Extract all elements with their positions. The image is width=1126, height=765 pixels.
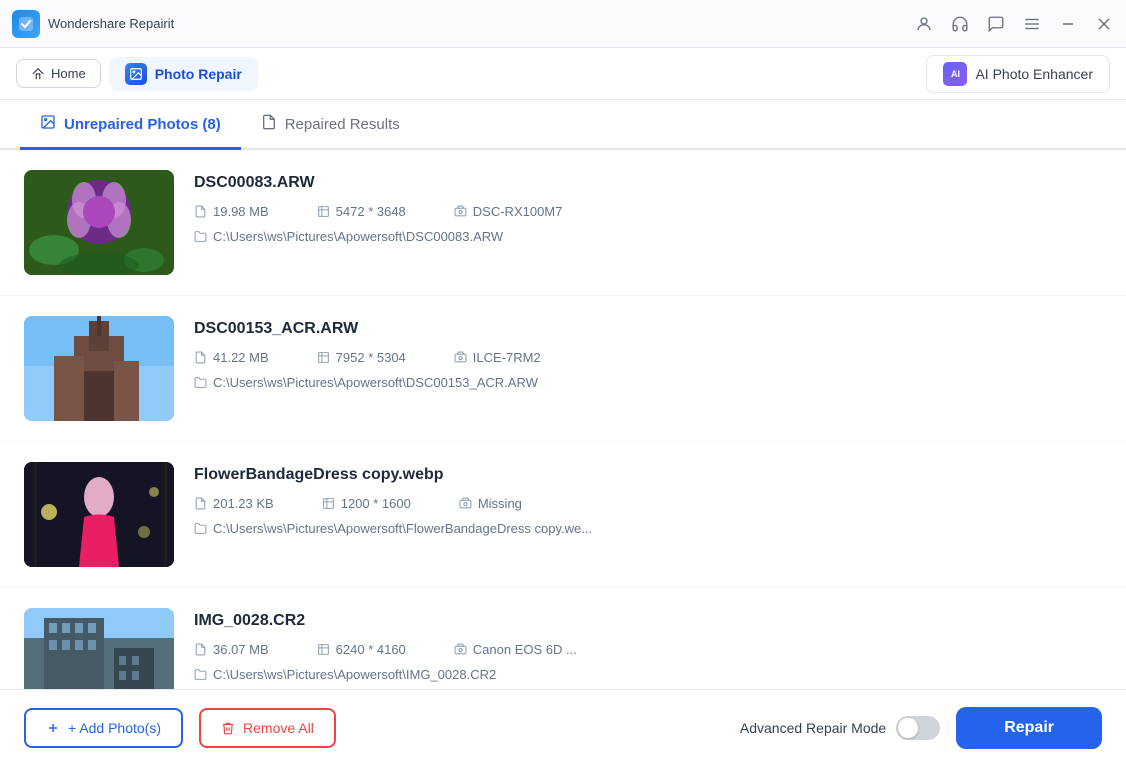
photo-name: FlowerBandageDress copy.webp (194, 466, 1102, 484)
photo-dimensions: 5472 * 3648 (317, 204, 406, 219)
close-button[interactable] (1094, 14, 1114, 34)
person-icon[interactable] (914, 14, 934, 34)
nav-bar: Home Photo Repair AI AI Photo Enhancer (0, 48, 1126, 100)
photo-meta-row: 41.22 MB 7952 * 5304 ILCE-7RM2 (194, 350, 1102, 365)
file-icon (194, 643, 207, 656)
photo-info: FlowerBandageDress copy.webp 201.23 KB 1… (194, 462, 1102, 536)
bottom-bar: + Add Photo(s) Remove All Advanced Repai… (0, 689, 1126, 765)
photo-name: IMG_0028.CR2 (194, 612, 1102, 630)
trash-icon (221, 721, 235, 735)
add-photo-label: + Add Photo(s) (68, 720, 161, 736)
camera-icon (454, 205, 467, 218)
headphones-icon[interactable] (950, 14, 970, 34)
advanced-mode-label: Advanced Repair Mode (740, 720, 886, 736)
tab-repaired-label: Repaired Results (285, 116, 400, 133)
photo-camera: ILCE-7RM2 (454, 350, 541, 365)
photo-size: 36.07 MB (194, 642, 269, 657)
ai-enhancer-label: AI Photo Enhancer (975, 66, 1093, 82)
camera-icon (454, 643, 467, 656)
folder-icon (194, 376, 207, 389)
home-icon (31, 67, 45, 81)
title-bar: Wondershare Repairit (0, 0, 1126, 48)
folder-icon (194, 230, 207, 243)
tab-repaired[interactable]: Repaired Results (241, 100, 420, 150)
photo-meta-row: 19.98 MB 5472 * 3648 DSC-RX100M7 (194, 204, 1102, 219)
photo-item: DSC00083.ARW 19.98 MB 5472 * 3648 DSC-RX… (0, 150, 1126, 296)
photo-item: DSC00153_ACR.ARW 41.22 MB 7952 * 5304 IL… (0, 296, 1126, 442)
dimensions-icon (322, 497, 335, 510)
photo-path: C:\Users\ws\Pictures\Apowersoft\FlowerBa… (194, 521, 1102, 536)
photo-camera: DSC-RX100M7 (454, 204, 563, 219)
photo-info: DSC00153_ACR.ARW 41.22 MB 7952 * 5304 IL… (194, 316, 1102, 390)
photo-size: 19.98 MB (194, 204, 269, 219)
unrepaired-tab-icon (40, 114, 56, 135)
plus-icon (46, 721, 60, 735)
folder-icon (194, 522, 207, 535)
dimensions-icon (317, 205, 330, 218)
photo-item: FlowerBandageDress copy.webp 201.23 KB 1… (0, 442, 1126, 588)
photo-dimensions: 6240 * 4160 (317, 642, 406, 657)
folder-icon (194, 668, 207, 681)
photo-name: DSC00153_ACR.ARW (194, 320, 1102, 338)
photo-list: DSC00083.ARW 19.98 MB 5472 * 3648 DSC-RX… (0, 150, 1126, 689)
photo-repair-icon (125, 63, 147, 85)
toggle-thumb (898, 718, 918, 738)
ai-badge: AI (943, 62, 967, 86)
photo-thumbnail (24, 316, 174, 421)
photo-meta-row: 36.07 MB 6240 * 4160 Canon EOS 6D ... (194, 642, 1102, 657)
advanced-repair-mode: Advanced Repair Mode (740, 716, 940, 740)
photo-path: C:\Users\ws\Pictures\Apowersoft\DSC00083… (194, 229, 1102, 244)
title-bar-left: Wondershare Repairit (12, 10, 914, 38)
add-photo-button[interactable]: + Add Photo(s) (24, 708, 183, 748)
chat-icon[interactable] (986, 14, 1006, 34)
photo-camera: Canon EOS 6D ... (454, 642, 577, 657)
dimensions-icon (317, 351, 330, 364)
photo-camera: Missing (459, 496, 522, 511)
menu-icon[interactable] (1022, 14, 1042, 34)
camera-icon (454, 351, 467, 364)
repair-label: Repair (1004, 719, 1054, 736)
home-nav-item[interactable]: Home (16, 59, 101, 88)
photo-repair-label: Photo Repair (155, 66, 242, 82)
photo-thumbnail (24, 608, 174, 689)
photo-size: 41.22 MB (194, 350, 269, 365)
nav-right: AI AI Photo Enhancer (926, 55, 1110, 93)
photo-size: 201.23 KB (194, 496, 274, 511)
app-icon (12, 10, 40, 38)
title-bar-icons (914, 14, 1114, 34)
photo-path: C:\Users\ws\Pictures\Apowersoft\IMG_0028… (194, 667, 1102, 682)
tab-unrepaired[interactable]: Unrepaired Photos (8) (20, 100, 241, 150)
photo-name: DSC00083.ARW (194, 174, 1102, 192)
camera-icon (459, 497, 472, 510)
remove-all-label: Remove All (243, 720, 314, 736)
photo-item: IMG_0028.CR2 36.07 MB 6240 * 4160 Canon … (0, 588, 1126, 689)
photo-dimensions: 1200 * 1600 (322, 496, 411, 511)
file-icon (194, 205, 207, 218)
minimize-button[interactable] (1058, 14, 1078, 34)
file-icon (194, 497, 207, 510)
repair-button[interactable]: Repair (956, 707, 1102, 749)
tabs-bar: Unrepaired Photos (8) Repaired Results (0, 100, 1126, 150)
advanced-mode-toggle[interactable] (896, 716, 940, 740)
tab-unrepaired-label: Unrepaired Photos (8) (64, 116, 221, 133)
photo-thumbnail (24, 170, 174, 275)
home-label: Home (51, 66, 86, 81)
remove-all-button[interactable]: Remove All (199, 708, 336, 748)
photo-thumbnail (24, 462, 174, 567)
file-icon (194, 351, 207, 364)
repaired-tab-icon (261, 114, 277, 135)
photo-meta-row: 201.23 KB 1200 * 1600 Missing (194, 496, 1102, 511)
photo-info: IMG_0028.CR2 36.07 MB 6240 * 4160 Canon … (194, 608, 1102, 682)
photo-repair-nav-item[interactable]: Photo Repair (109, 57, 258, 91)
app-title: Wondershare Repairit (48, 16, 174, 31)
photo-info: DSC00083.ARW 19.98 MB 5472 * 3648 DSC-RX… (194, 170, 1102, 244)
photo-path: C:\Users\ws\Pictures\Apowersoft\DSC00153… (194, 375, 1102, 390)
ai-enhancer-button[interactable]: AI AI Photo Enhancer (926, 55, 1110, 93)
dimensions-icon (317, 643, 330, 656)
photo-dimensions: 7952 * 5304 (317, 350, 406, 365)
